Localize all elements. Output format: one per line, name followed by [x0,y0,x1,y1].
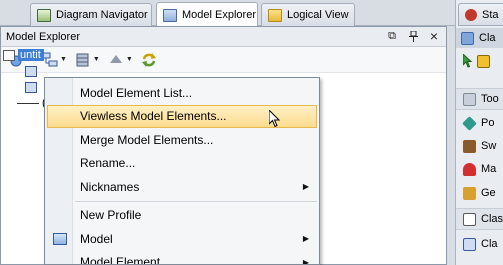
palette-item[interactable]: Ge [456,182,503,204]
menu-item-label: Model [80,231,113,246]
menu-item-label: Nicknames [80,179,140,194]
palette-group-tools[interactable]: Too [456,88,503,110]
tree-root-node[interactable]: untit [3,47,83,63]
panel-title: Model Explorer [6,30,80,43]
model-package-icon [53,232,67,245]
pin-icon[interactable] [407,30,419,42]
chevron-down-icon[interactable]: ▼ [93,56,100,63]
restore-icon[interactable]: ⧉ [386,30,398,42]
menu-item-model[interactable]: Model ▶ [45,227,319,251]
up-button[interactable]: ▼ [106,50,135,70]
menu-item-label: Model Element [80,255,161,265]
diagram-header: Cla [456,28,503,48]
tab-model-explorer[interactable]: Model Explorer [156,2,258,27]
palette-item[interactable]: Sw [456,135,503,157]
palette-label: Ge [481,187,496,199]
palette-label: Clas [481,213,503,225]
palette-item[interactable]: Cla [456,233,503,255]
select-pointer-icon [463,54,473,68]
brush-icon [463,139,476,153]
tab-label: Model Explorer [182,9,256,21]
tab-logical-view[interactable]: Logical View [261,3,355,26]
palette-item[interactable]: Ma [456,158,503,180]
palette-label: Ma [481,163,497,175]
palette-label: Po [481,117,495,129]
menu-separator [75,200,317,202]
folder-icon [268,8,282,22]
submenu-arrow-icon: ▶ [302,182,309,192]
model-explorer-icon [163,8,177,22]
magnet-icon [463,162,476,176]
menu-item-rename[interactable]: Rename... [45,152,319,176]
context-menu: Model Element List... Viewless Model Ele… [44,77,320,265]
class-group-icon [463,212,476,226]
menu-item-model-element-list[interactable]: Model Element List... [45,81,319,105]
tab-label: Logical View [287,9,349,21]
start-page-icon [465,8,477,21]
menu-item-label: New Profile [80,208,142,223]
palette-group-class[interactable]: Clas [456,208,503,230]
model-icon [25,65,37,77]
diagram-header-label: Cla [479,32,496,44]
sync-button[interactable] [139,50,159,70]
palette-label: Too [481,93,499,105]
menu-item-label: Model Element List... [80,85,193,100]
class-icon [463,237,476,251]
menu-item-new-profile[interactable]: New Profile [45,204,319,228]
view-tab-bar: Diagram Navigator Model Explorer Logical… [0,0,455,27]
eraser-icon [462,115,477,131]
menu-item-label: Viewless Model Elements... [80,109,227,124]
tab-label: Diagram Navigator [56,9,148,21]
palette-select-row[interactable] [456,50,503,72]
palette-label: Sw [481,140,497,152]
tree-connector [17,102,39,104]
project-icon [3,49,15,61]
tab-start-page[interactable]: Sta [458,3,503,26]
up-arrow-icon [109,54,122,63]
close-icon[interactable]: × [428,29,440,43]
diagram-navigator-icon [37,8,51,22]
palette-item[interactable]: Po [456,112,503,134]
menu-item-merge-model-elements[interactable]: Merge Model Elements... [45,128,319,152]
tab-diagram-navigator[interactable]: Diagram Navigator [30,3,152,26]
panel-header: Model Explorer ⧉ × [1,27,446,47]
submenu-arrow-icon: ▶ [302,257,309,265]
panel-splitter[interactable] [447,26,455,265]
model-icon [25,81,37,93]
menu-item-label: Rename... [80,156,136,171]
tab-label: Sta [482,8,499,21]
menu-item-model-element[interactable]: Model Element ▶ [45,251,319,265]
menu-item-label: Merge Model Elements... [80,132,214,147]
menu-item-viewless-model-elements[interactable]: Viewless Model Elements... [47,104,317,128]
palette-label: Cla [481,238,498,250]
lock-icon [477,54,490,68]
menu-item-nicknames[interactable]: Nicknames ▶ [45,175,319,199]
chevron-down-icon[interactable]: ▼ [126,56,133,63]
diagram-toolbar-panel: Sta Cla Too Po Sw Ma Ge Clas Cla [455,0,503,265]
refresh-icon [141,52,156,67]
class-diagram-icon [461,31,474,45]
generator-icon [463,186,476,200]
tree-root-label: untit [18,49,44,61]
submenu-arrow-icon: ▶ [302,234,309,244]
tools-icon [463,92,476,106]
mouse-cursor-icon [269,109,281,127]
